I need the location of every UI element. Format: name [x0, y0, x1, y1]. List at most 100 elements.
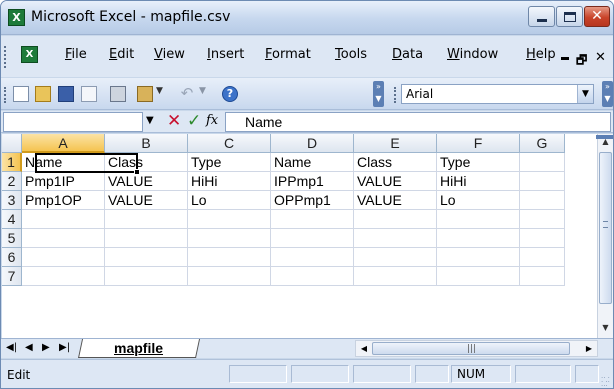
new-document-icon[interactable] — [13, 86, 29, 102]
menu-tools[interactable]: Tools — [335, 47, 367, 62]
paste-dropdown-icon[interactable]: ▼ — [156, 86, 163, 96]
menu-data[interactable]: Data — [392, 47, 423, 62]
cell-f2[interactable]: HiHi — [437, 172, 520, 191]
cell-a7[interactable] — [22, 267, 105, 286]
cell-g4[interactable] — [520, 210, 565, 229]
cell-f6[interactable] — [437, 248, 520, 267]
scroll-down-icon[interactable]: ▼ — [598, 320, 613, 336]
name-box[interactable] — [3, 112, 143, 132]
cell-g7[interactable] — [520, 267, 565, 286]
sheet-tab-mapfile[interactable]: mapfile — [114, 340, 163, 356]
menu-edit[interactable]: Edit — [109, 47, 134, 62]
document-minimize-button[interactable] — [561, 57, 569, 60]
horizontal-scroll-thumb[interactable]: ||| — [372, 342, 570, 355]
cell-e5[interactable] — [354, 229, 437, 248]
cell-d3[interactable]: OPPmp1 — [271, 191, 354, 210]
help-icon[interactable]: ? — [222, 86, 238, 102]
previous-sheet-icon[interactable]: ◀ — [25, 342, 33, 353]
row-header-7[interactable]: 7 — [2, 267, 22, 286]
title-bar[interactable]: X Microsoft Excel - mapfile.csv ✕ — [1, 1, 613, 35]
undo-dropdown-icon[interactable]: ▼ — [199, 86, 206, 96]
confirm-entry-icon[interactable]: ✓ — [187, 111, 201, 131]
vertical-scrollbar[interactable]: ▲ ▼ — [597, 134, 613, 338]
next-sheet-icon[interactable]: ▶ — [42, 342, 50, 353]
close-button[interactable]: ✕ — [584, 6, 610, 27]
cell-b4[interactable] — [105, 210, 188, 229]
horizontal-scrollbar[interactable]: ◀ ||| ▶ — [355, 340, 598, 357]
font-dropdown-icon[interactable]: ▼ — [577, 85, 593, 103]
cell-f7[interactable] — [437, 267, 520, 286]
cell-c4[interactable] — [188, 210, 271, 229]
column-header-b[interactable]: B — [105, 134, 188, 153]
cell-e2[interactable]: VALUE — [354, 172, 437, 191]
paste-icon[interactable] — [137, 86, 153, 102]
fill-handle[interactable] — [134, 169, 140, 175]
cell-e1[interactable]: Class — [354, 153, 437, 172]
column-header-g[interactable]: G — [520, 134, 565, 153]
select-all-button[interactable] — [2, 134, 22, 153]
font-name-select[interactable]: Arial ▼ — [401, 84, 594, 104]
cell-g1[interactable] — [520, 153, 565, 172]
menubar-grip-handle[interactable] — [4, 46, 7, 68]
menu-file[interactable]: File — [65, 47, 87, 62]
menu-format[interactable]: Format — [265, 47, 311, 62]
row-header-3[interactable]: 3 — [2, 191, 22, 210]
last-sheet-icon[interactable]: ▶| — [59, 342, 70, 353]
cell-d4[interactable] — [271, 210, 354, 229]
scroll-right-icon[interactable]: ▶ — [582, 341, 596, 356]
save-icon[interactable] — [58, 86, 74, 102]
maximize-button[interactable] — [556, 6, 583, 27]
cell-c3[interactable]: Lo — [188, 191, 271, 210]
first-sheet-icon[interactable]: ◀| — [6, 342, 17, 353]
print-icon[interactable] — [110, 86, 126, 102]
insert-function-icon[interactable]: fx — [206, 113, 218, 128]
document-close-button[interactable]: ✕ — [595, 50, 606, 65]
cell-d5[interactable] — [271, 229, 354, 248]
cell-e7[interactable] — [354, 267, 437, 286]
excel-app-icon[interactable]: X — [8, 9, 25, 26]
cell-g5[interactable] — [520, 229, 565, 248]
cell-e4[interactable] — [354, 210, 437, 229]
cell-d7[interactable] — [271, 267, 354, 286]
row-header-4[interactable]: 4 — [2, 210, 22, 229]
row-header-1[interactable]: 1 — [2, 153, 22, 172]
resize-grip-icon[interactable]: ·· · · ·· ··· — [601, 375, 611, 389]
formatting-options-icon[interactable]: » ▼ — [602, 81, 613, 107]
column-header-d[interactable]: D — [271, 134, 354, 153]
formatting-toolbar-grip-handle[interactable] — [394, 87, 397, 103]
document-restore-button[interactable]: 🗗 — [576, 51, 587, 72]
cell-a5[interactable] — [22, 229, 105, 248]
menu-help[interactable]: Help — [526, 47, 556, 62]
row-header-6[interactable]: 6 — [2, 248, 22, 267]
minimize-button[interactable] — [528, 6, 555, 27]
cell-b7[interactable] — [105, 267, 188, 286]
cell-c6[interactable] — [188, 248, 271, 267]
column-header-a[interactable]: A — [22, 134, 105, 153]
worksheet-grid[interactable]: A B C D E F G 1 Name Class Type Name Class Type 2 Pmp1I… — [2, 134, 613, 338]
cell-a6[interactable] — [22, 248, 105, 267]
cell-b2[interactable]: VALUE — [105, 172, 188, 191]
cell-d2[interactable]: IPPmp1 — [271, 172, 354, 191]
cell-e6[interactable] — [354, 248, 437, 267]
cell-c2[interactable]: HiHi — [188, 172, 271, 191]
menu-insert[interactable]: Insert — [207, 47, 244, 62]
cell-a2[interactable]: Pmp1IP — [22, 172, 105, 191]
menu-view[interactable]: View — [154, 47, 185, 62]
menu-window[interactable]: Window — [447, 47, 498, 62]
cell-b6[interactable] — [105, 248, 188, 267]
cell-a1[interactable]: Name — [22, 153, 105, 172]
cell-f3[interactable]: Lo — [437, 191, 520, 210]
document-icon[interactable]: X — [21, 46, 38, 63]
scroll-left-icon[interactable]: ◀ — [357, 341, 371, 356]
cell-b3[interactable]: VALUE — [105, 191, 188, 210]
cell-g6[interactable] — [520, 248, 565, 267]
cell-d1[interactable]: Name — [271, 153, 354, 172]
column-header-c[interactable]: C — [188, 134, 271, 153]
cell-c7[interactable] — [188, 267, 271, 286]
toolbar-options-icon[interactable]: » ▼ — [373, 81, 384, 107]
column-header-e[interactable]: E — [354, 134, 437, 153]
row-header-2[interactable]: 2 — [2, 172, 22, 191]
cell-e3[interactable]: VALUE — [354, 191, 437, 210]
cell-a4[interactable] — [22, 210, 105, 229]
toolbar-grip-handle[interactable] — [4, 87, 7, 103]
